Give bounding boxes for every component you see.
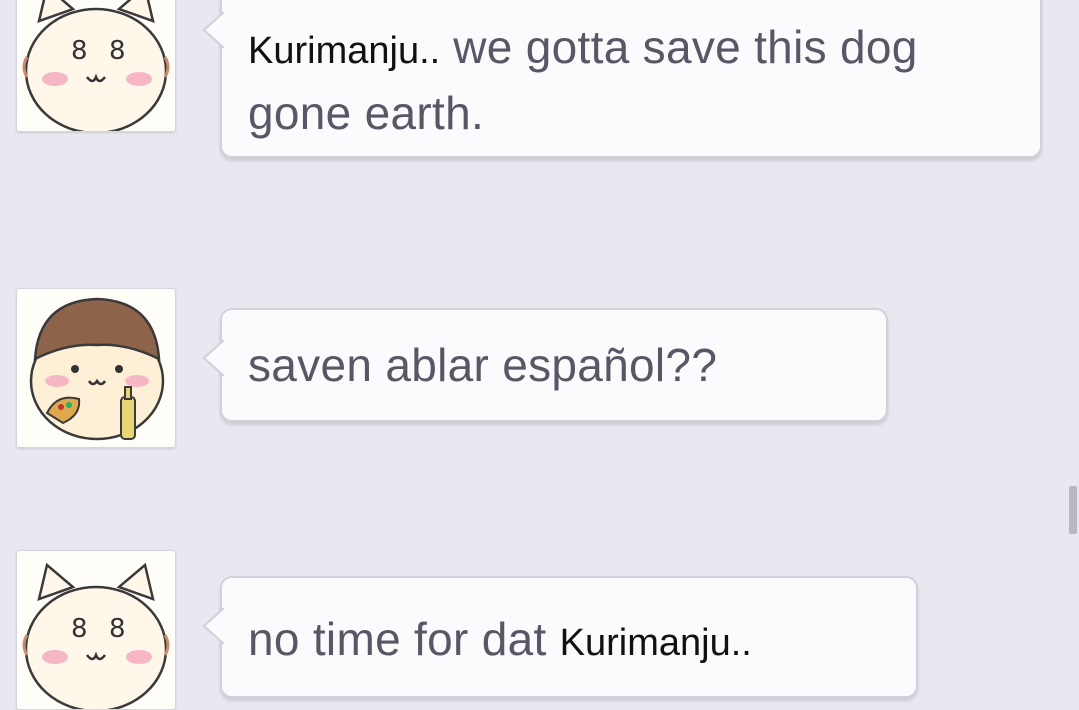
contact-name: Kurimanju.. xyxy=(559,622,752,664)
bald-mascot-icon xyxy=(17,289,175,447)
cat-mascot-icon: 8 8 xyxy=(17,551,175,709)
message-text: Kurimanju.. we gotta save this dog gone … xyxy=(248,16,1028,144)
scrollbar[interactable] xyxy=(1067,0,1079,684)
cat-mascot-icon: 8 8 xyxy=(17,0,175,131)
svg-text:8: 8 xyxy=(109,614,126,644)
scrollbar-thumb[interactable] xyxy=(1069,486,1077,534)
message-text: no time for dat Kurimanju.. xyxy=(248,608,908,674)
svg-text:8: 8 xyxy=(71,36,88,66)
avatar[interactable] xyxy=(16,288,176,448)
message-body: no time for dat xyxy=(248,613,560,665)
contact-name: Kurimanju.. xyxy=(248,30,441,72)
svg-text:8: 8 xyxy=(71,614,88,644)
message-text: saven ablar español?? xyxy=(248,339,718,391)
svg-text:8: 8 xyxy=(109,36,126,66)
message-bubble: saven ablar español?? xyxy=(202,308,888,422)
message-bubble: no time for dat Kurimanju.. xyxy=(202,576,918,698)
message-bubble: Kurimanju.. we gotta save this dog gone … xyxy=(202,0,1042,158)
avatar[interactable]: 8 8 xyxy=(16,0,176,132)
avatar[interactable]: 8 8 xyxy=(16,550,176,710)
chat-transcript: 8 8 Kurimanju.. we gotta save this dog g… xyxy=(0,0,1079,710)
